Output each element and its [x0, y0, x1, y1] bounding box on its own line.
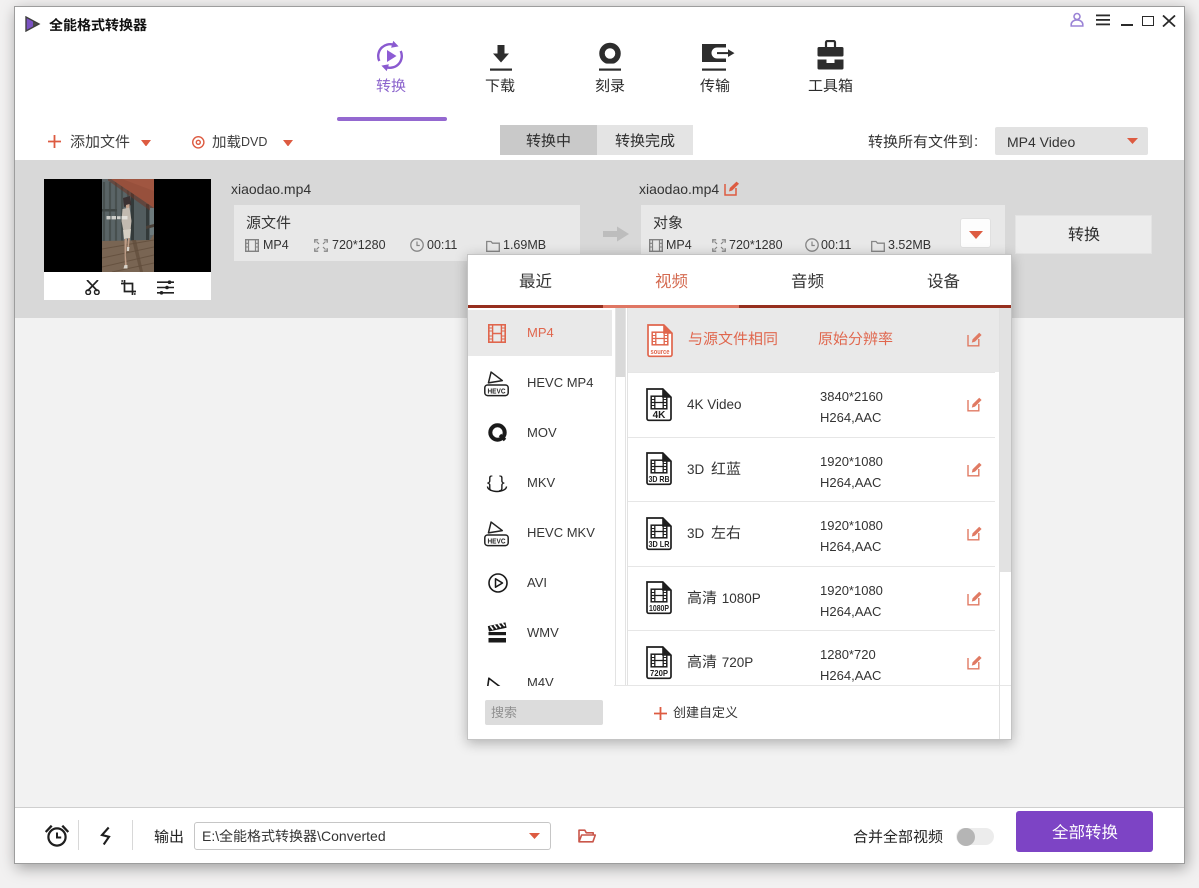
svg-text:HEVC: HEVC: [488, 538, 506, 545]
svg-text:3D LR: 3D LR: [649, 539, 670, 549]
svg-text:}: }: [499, 473, 505, 492]
svg-text:4K: 4K: [653, 410, 667, 421]
svg-text:720P: 720P: [650, 668, 668, 678]
svg-text:3D RB: 3D RB: [649, 474, 670, 484]
svg-text:HEVC: HEVC: [488, 388, 506, 395]
svg-text:source: source: [651, 347, 670, 356]
svg-text:1080P: 1080P: [649, 603, 669, 613]
